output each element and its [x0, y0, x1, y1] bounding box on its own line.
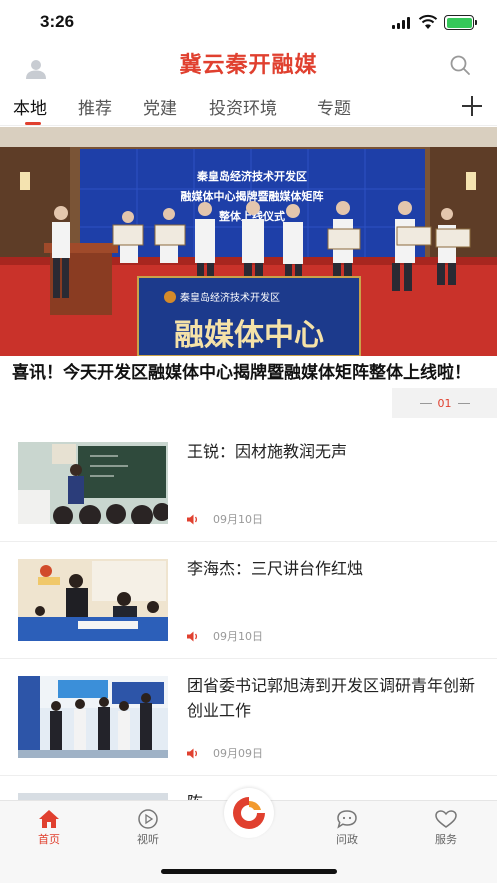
news-meta: 09月10日 [187, 628, 263, 644]
chat-icon [337, 810, 357, 829]
status-bar: 3:26 [0, 0, 497, 44]
home-indicator [161, 869, 337, 874]
podium-title: 融媒体中心 [174, 318, 324, 353]
news-meta: 09月09日 [187, 745, 263, 761]
news-date: 09月10日 [213, 630, 263, 643]
add-channel-icon[interactable] [460, 94, 484, 118]
tabbar-home[interactable]: 首页 [19, 809, 79, 847]
banner-image: 秦皇岛经济技术开发区 融媒体中心揭牌暨融媒体矩阵 整体上线仪式 秦皇岛经济技术开… [0, 127, 497, 356]
app-header: 冀云秦开融媒 [0, 44, 497, 88]
audio-icon [187, 748, 198, 758]
banner-headline[interactable]: 喜讯！今天开发区融媒体中心揭牌暨融媒体矩阵整体上线啦！ [12, 360, 492, 386]
slide-indicator: 01 [392, 388, 497, 418]
news-date: 09月09日 [213, 747, 263, 760]
audio-icon [187, 631, 198, 641]
tab-party[interactable]: 党建 [143, 94, 177, 119]
tabbar-label: 首页 [38, 833, 60, 846]
tab-recommend[interactable]: 推荐 [78, 94, 112, 119]
status-time: 3:26 [40, 12, 75, 31]
news-title: 团省委书记郭旭涛到开发区调研青年创新创业工作 [187, 676, 476, 720]
category-tabs: 本地 推荐 党建 投资环境 专题 [0, 88, 497, 126]
list-item[interactable]: 团省委书记郭旭涛到开发区调研青年创新创业工作 09月09日 [0, 659, 497, 776]
home-icon [39, 810, 59, 828]
tab-local[interactable]: 本地 [13, 94, 47, 119]
list-item[interactable]: 李海杰：三尺讲台作红烛 09月10日 [0, 542, 497, 659]
news-thumbnail [18, 442, 168, 524]
tabbar-inquiry[interactable]: 问政 [317, 809, 377, 847]
tab-topics[interactable]: 专题 [317, 94, 351, 119]
sign-line-1: 秦皇岛经济技术开发区 [196, 169, 307, 183]
battery-icon [444, 15, 477, 30]
active-tab-indicator [25, 122, 41, 125]
podium-subtitle: 秦皇岛经济技术开发区 [180, 291, 280, 304]
tabbar-label: 问政 [336, 833, 358, 846]
list-item[interactable]: 王锐：因材施教润无声 09月10日 [0, 425, 497, 542]
tabbar-video[interactable]: 视听 [118, 809, 178, 847]
heart-icon [435, 810, 457, 828]
tabbar-label: 视听 [137, 833, 159, 846]
tabbar-label: 服务 [435, 833, 457, 846]
search-icon[interactable] [449, 54, 471, 76]
news-thumbnail [18, 676, 168, 758]
audio-icon [187, 514, 198, 524]
banner-carousel[interactable]: 秦皇岛经济技术开发区 融媒体中心揭牌暨融媒体矩阵 整体上线仪式 秦皇岛经济技术开… [0, 127, 497, 356]
sign-line-2: 融媒体中心揭牌暨融媒体矩阵 [181, 189, 324, 203]
signal-icon [392, 17, 412, 29]
news-thumbnail [18, 559, 168, 641]
news-date: 09月10日 [213, 513, 263, 526]
wifi-icon [418, 14, 438, 29]
tabbar-service[interactable]: 服务 [416, 809, 476, 847]
tab-investment[interactable]: 投资环境 [209, 94, 277, 119]
news-title: 李海杰：三尺讲台作红烛 [187, 559, 364, 578]
slide-number: 01 [437, 396, 452, 410]
news-meta: 09月10日 [187, 511, 263, 527]
news-title: 王锐：因材施教润无声 [187, 442, 348, 461]
app-title: 冀云秦开融媒 [179, 53, 318, 78]
app-logo-button[interactable] [224, 788, 274, 838]
play-icon [138, 809, 158, 829]
